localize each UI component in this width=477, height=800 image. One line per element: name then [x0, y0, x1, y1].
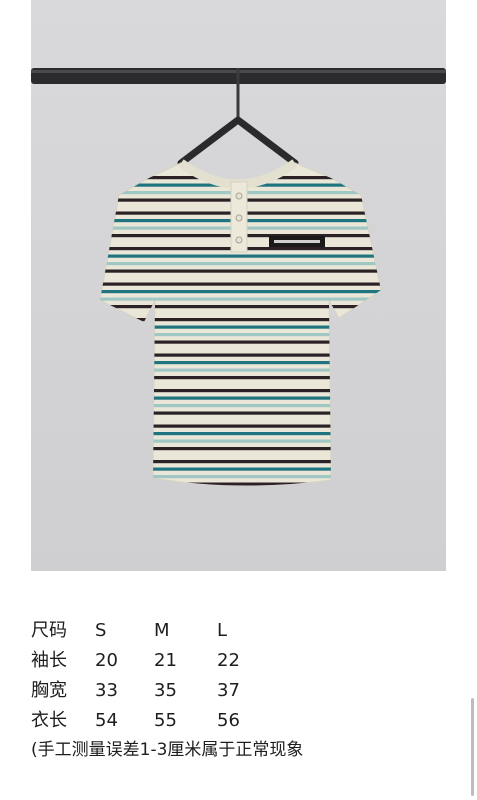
hanger-body [177, 116, 299, 167]
header-size-l: L [217, 620, 228, 641]
stripe [100, 467, 381, 471]
table-cell: 54 [95, 710, 118, 731]
stripe [100, 389, 381, 393]
stripe [100, 297, 381, 301]
stripe [100, 361, 381, 365]
stripe [100, 325, 381, 329]
stripe [100, 176, 381, 180]
table-row: 袖长 20 21 22 [31, 646, 451, 676]
table-cell: 56 [217, 710, 240, 731]
size-table-header: 尺码 S M L [31, 616, 451, 646]
stripe [100, 424, 381, 428]
stripe [100, 254, 381, 258]
stripe [100, 262, 381, 266]
stripe [100, 404, 381, 408]
button-icon [235, 192, 243, 200]
stripe [100, 340, 381, 344]
table-cell: 35 [154, 680, 177, 701]
table-cell: 55 [154, 710, 177, 731]
stripe [100, 432, 381, 436]
product-photo[interactable] [31, 0, 446, 571]
stripe [100, 353, 381, 357]
button-icon [235, 214, 243, 222]
stripe [100, 447, 381, 451]
table-row: 衣长 54 55 56 [31, 706, 451, 736]
stripe [100, 290, 381, 294]
row-label-chest: 胸宽 [31, 680, 67, 701]
stripe [100, 460, 381, 464]
stripe [100, 475, 381, 479]
button-icon [235, 236, 243, 244]
row-label-sleeve: 袖长 [31, 650, 67, 671]
size-table: 尺码 S M L 袖长 20 21 22 胸宽 33 35 37 衣长 54 5… [31, 616, 451, 736]
stripe [100, 269, 381, 273]
table-cell: 33 [95, 680, 118, 701]
table-cell: 37 [217, 680, 240, 701]
table-row: 胸宽 33 35 37 [31, 676, 451, 706]
table-cell: 22 [217, 650, 240, 671]
table-cell: 20 [95, 650, 118, 671]
stripe [100, 482, 381, 486]
header-label: 尺码 [31, 620, 67, 641]
header-size-m: M [154, 620, 170, 641]
measurement-note: (手工测量误差1-3厘米属于正常现象 [31, 740, 304, 760]
scrollbar[interactable] [471, 698, 474, 796]
table-cell: 21 [154, 650, 177, 671]
stripe [100, 396, 381, 400]
stripe [100, 439, 381, 443]
stripe [100, 411, 381, 415]
stripe [100, 333, 381, 337]
stripe [100, 305, 381, 309]
stripe [100, 376, 381, 380]
header-size-s: S [95, 620, 107, 641]
shirt-illustration [31, 68, 446, 487]
row-label-length: 衣长 [31, 710, 67, 731]
logo-label-text [274, 240, 320, 243]
stripe [100, 368, 381, 372]
stripe [100, 282, 381, 286]
